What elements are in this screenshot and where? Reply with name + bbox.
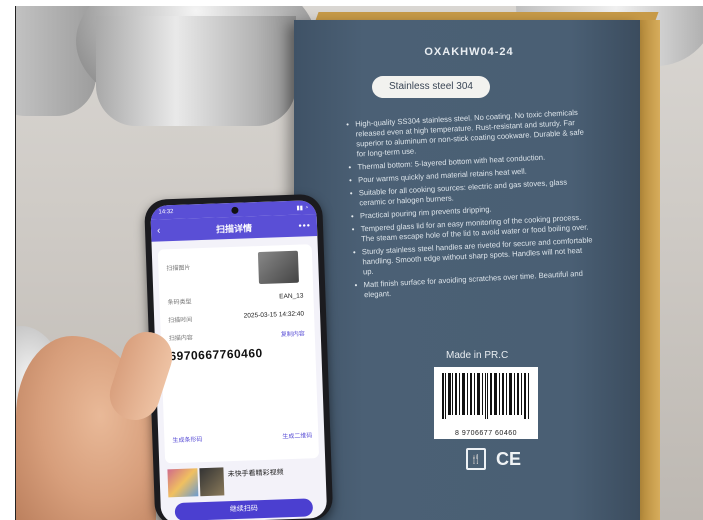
box-model-number: OXAKHW04-24: [424, 46, 514, 58]
generate-qrcode-link[interactable]: 生成二维码: [282, 430, 312, 440]
page-title: 扫描详情: [215, 222, 253, 235]
scan-image-label: 扫描图片: [166, 265, 191, 273]
background-pot-body: [96, 16, 296, 126]
certification-marks: 🍴 CE: [466, 448, 521, 470]
product-box: OXAKHW04-24 Stainless steel 304 High-qua…: [294, 20, 640, 520]
scanned-code: 6970667760460: [169, 345, 263, 364]
barcode-icon: [442, 373, 529, 419]
scan-thumbnail[interactable]: [257, 250, 299, 285]
photo-frame: OXAKHW04-24 Stainless steel 304 High-qua…: [0, 0, 703, 520]
material-label: Stainless steel 304: [372, 76, 490, 98]
ad-banner[interactable]: 未快手看精彩视频: [165, 462, 320, 501]
scan-time-value: 2025-03-15 14:32:40: [243, 310, 305, 320]
box-side: [640, 20, 660, 520]
status-time: 14:32: [158, 208, 174, 216]
scan-time-label: 扫描时间: [168, 317, 193, 325]
scan-content-label: 扫描内容: [168, 335, 193, 343]
generate-barcode-link[interactable]: 生成条形码: [172, 434, 202, 444]
ad-title: 未快手看精彩视频: [227, 469, 284, 479]
copy-content-button[interactable]: 复制内容: [281, 328, 305, 338]
food-safe-icon: 🍴: [466, 448, 486, 470]
barcode-type-label: 条码类型: [167, 299, 192, 307]
photo: OXAKHW04-24 Stainless steel 304 High-qua…: [15, 6, 703, 520]
ad-image: [167, 468, 199, 498]
camera-icon: [231, 206, 239, 214]
phone-screen: 14:32 ▮▮ ◔ ‹ 扫描详情 ••• 扫描图片 条码类型 EAN_13 扫…: [150, 199, 328, 520]
ad-image: [199, 467, 225, 497]
more-icon[interactable]: •••: [298, 220, 311, 230]
generate-links: 生成条形码 生成二维码: [172, 430, 312, 444]
barcode-label: 8 9706677 60460: [434, 367, 538, 439]
status-icons: ▮▮ ◔: [296, 204, 309, 212]
back-arrow-icon[interactable]: ‹: [157, 225, 161, 236]
app-bar: ‹ 扫描详情 •••: [150, 213, 318, 242]
barcode-number: 8 9706677 60460: [455, 430, 517, 437]
made-in-label: Made in PR.C: [446, 350, 509, 361]
continue-scan-button[interactable]: 继续扫码: [174, 498, 314, 520]
feature-list: High-quality SS304 stainless steel. No c…: [346, 107, 595, 303]
ce-mark-icon: CE: [496, 448, 522, 469]
scan-detail-card: 扫描图片 条码类型 EAN_13 扫描时间 2025-03-15 14:32:4…: [157, 244, 320, 464]
barcode-type-value: EAN_13: [279, 292, 304, 301]
